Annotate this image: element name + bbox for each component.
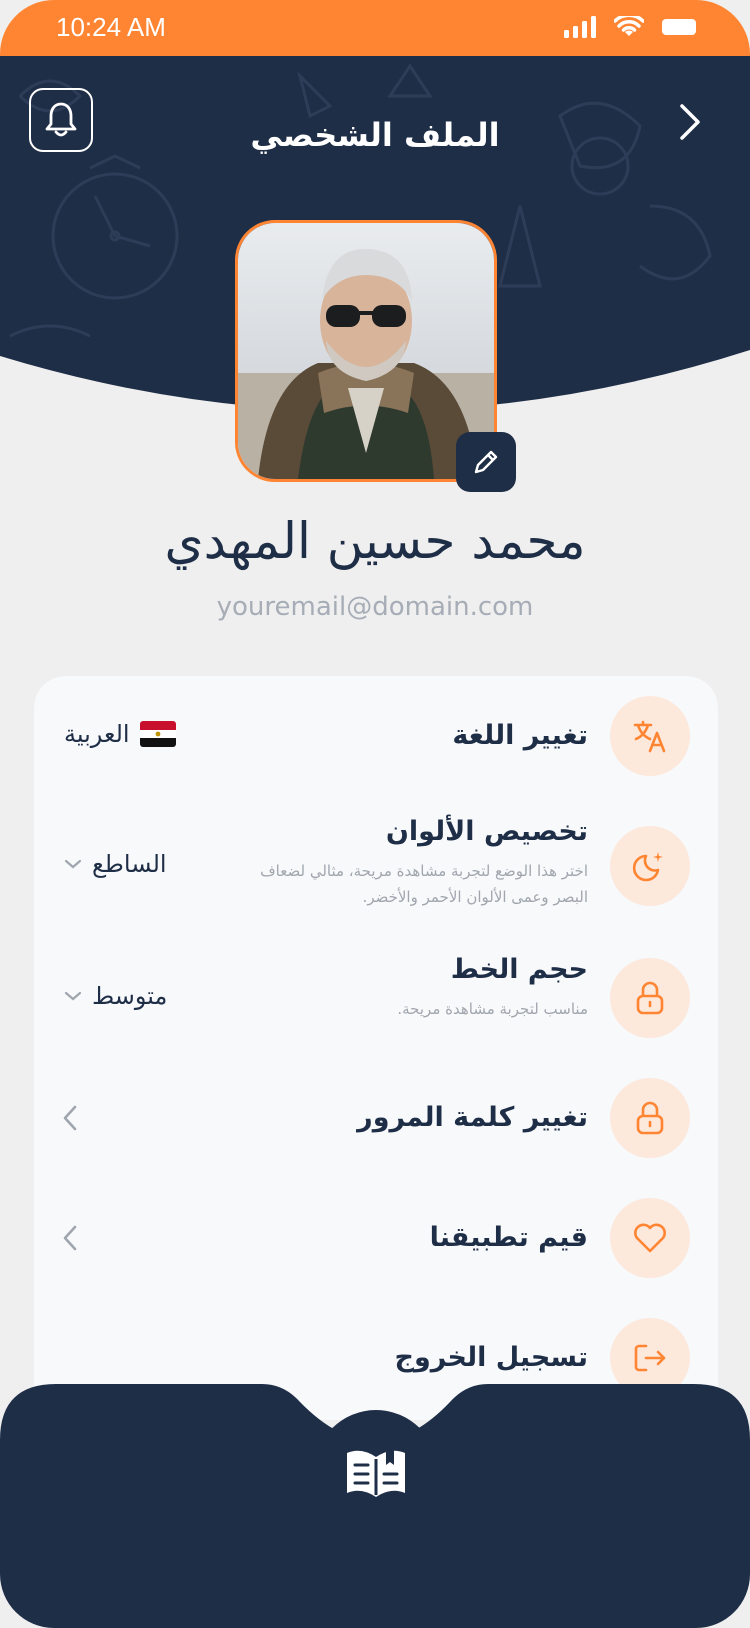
lock-icon bbox=[610, 1078, 690, 1158]
font-size-description: مناسب لتجربة مشاهدة مريحة. bbox=[397, 1000, 588, 1018]
lock-icon bbox=[610, 958, 690, 1038]
chevron-down-icon bbox=[64, 991, 82, 1001]
avatar-photo bbox=[238, 223, 494, 479]
language-value-label: العربية bbox=[64, 720, 130, 748]
wifi-icon bbox=[614, 16, 644, 36]
logout-title: تسجيل الخروج bbox=[394, 1342, 588, 1373]
egypt-flag-icon bbox=[139, 721, 176, 747]
user-email: youremail@domain.com bbox=[216, 592, 534, 622]
phone-screen: 10:24 AM الملف الشخصي محمد حسين المهدي y… bbox=[0, 0, 750, 1628]
font-size-value-label: متوسط bbox=[92, 982, 168, 1010]
chevron-left-icon[interactable] bbox=[62, 1224, 78, 1252]
language-title: تغيير اللغة bbox=[452, 720, 588, 751]
status-time: 10:24 AM bbox=[56, 12, 166, 42]
colors-description: اختر هذا الوضع لتجربة مشاهدة مريحة، مثال… bbox=[260, 862, 588, 906]
settings-row-rate[interactable]: قيم تطبيقنا bbox=[34, 1198, 718, 1278]
translate-icon bbox=[610, 696, 690, 776]
battery-icon bbox=[662, 19, 696, 35]
signal-icon bbox=[564, 16, 596, 38]
settings-card: تغيير اللغة العربية تخصيص الألوان اختر ه… bbox=[34, 676, 718, 1420]
book-icon bbox=[347, 1449, 405, 1497]
library-button[interactable] bbox=[314, 1410, 438, 1534]
language-value[interactable]: العربية bbox=[64, 720, 176, 748]
edit-avatar-button[interactable] bbox=[456, 432, 516, 492]
moon-icon bbox=[610, 826, 690, 906]
chevron-down-icon bbox=[64, 859, 82, 869]
status-bar: 10:24 AM bbox=[0, 0, 750, 56]
settings-row-password[interactable]: تغيير كلمة المرور bbox=[34, 1078, 718, 1158]
heart-icon bbox=[610, 1198, 690, 1278]
back-button[interactable] bbox=[670, 100, 710, 144]
chevron-right-icon bbox=[680, 104, 700, 140]
status-icons bbox=[564, 16, 698, 38]
rate-title: قيم تطبيقنا bbox=[429, 1222, 588, 1253]
pencil-icon bbox=[474, 450, 498, 474]
settings-row-colors[interactable]: تخصيص الألوان اختر هذا الوضع لتجربة مشاه… bbox=[34, 816, 718, 938]
password-title: تغيير كلمة المرور bbox=[357, 1102, 588, 1133]
chevron-left-icon[interactable] bbox=[62, 1104, 78, 1132]
page-title: الملف الشخصي bbox=[250, 116, 500, 154]
font-size-value[interactable]: متوسط bbox=[64, 982, 167, 1010]
colors-value[interactable]: الساطع bbox=[64, 850, 167, 878]
colors-value-label: الساطع bbox=[92, 850, 167, 878]
colors-title: تخصيص الألوان bbox=[385, 816, 588, 847]
user-name: محمد حسين المهدي bbox=[164, 512, 586, 570]
font-size-title: حجم الخط bbox=[450, 954, 588, 985]
settings-row-language[interactable]: تغيير اللغة العربية bbox=[34, 696, 718, 776]
settings-row-font-size[interactable]: حجم الخط مناسب لتجربة مشاهدة مريحة. متوس… bbox=[34, 954, 718, 1048]
